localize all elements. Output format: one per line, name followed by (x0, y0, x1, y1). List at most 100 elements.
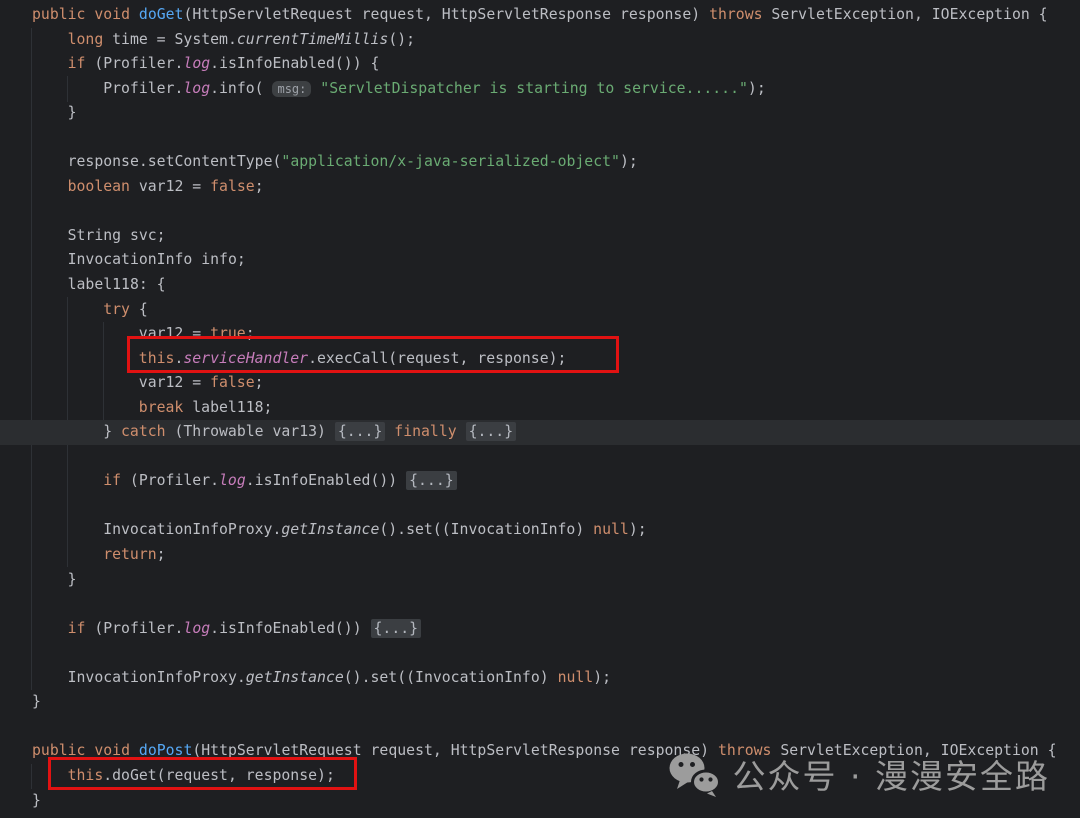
code-line[interactable] (0, 494, 1080, 519)
code-token: var12 = (139, 325, 210, 342)
code-line[interactable]: try { (0, 298, 1080, 323)
code-token: this (139, 350, 175, 367)
code-token: break (139, 399, 184, 416)
code-token: ); (593, 669, 611, 686)
code-token: "ServletDispatcher is starting to servic… (320, 80, 748, 97)
code-token: { (130, 301, 148, 318)
folded-code-chip[interactable]: {...} (371, 619, 422, 638)
code-token: .execCall(request, response); (308, 350, 566, 367)
code-token: } (68, 571, 77, 588)
code-line[interactable]: this.serviceHandler.execCall(request, re… (0, 347, 1080, 372)
code-line[interactable]: InvocationInfoProxy.getInstance().set((I… (0, 518, 1080, 543)
folded-code-chip[interactable]: {...} (466, 422, 517, 441)
code-line[interactable]: break label118; (0, 396, 1080, 421)
code-line[interactable]: var12 = false; (0, 371, 1080, 396)
code-token: try (103, 301, 130, 318)
code-line[interactable]: var12 = true; (0, 322, 1080, 347)
folded-code-chip[interactable]: {...} (335, 422, 386, 441)
code-token: ServletException, IOException { (763, 6, 1048, 23)
code-token: finally (394, 423, 456, 440)
code-line[interactable]: } (0, 568, 1080, 593)
code-token: public void (32, 742, 139, 759)
code-token: .isInfoEnabled()) (246, 472, 406, 489)
code-line[interactable]: if (Profiler.log.isInfoEnabled()) {...} (0, 617, 1080, 642)
code-token: Profiler. (103, 80, 183, 97)
code-editor[interactable]: public void doGet(HttpServletRequest req… (0, 0, 1080, 818)
code-token: false (210, 178, 255, 195)
code-token: (); (388, 31, 415, 48)
code-line[interactable]: long time = System.currentTimeMillis(); (0, 28, 1080, 53)
code-token: getInstance (246, 669, 344, 686)
code-token: "application/x-java-serialized-object" (281, 153, 620, 170)
code-token: String svc; (68, 227, 166, 244)
folded-code-chip[interactable]: {...} (406, 471, 457, 490)
code-line[interactable] (0, 592, 1080, 617)
code-token: public void (32, 6, 139, 23)
code-token: (Profiler. (85, 620, 183, 637)
code-token: time = System. (103, 31, 237, 48)
wechat-icon (668, 751, 720, 797)
code-token (385, 423, 394, 440)
code-token: false (210, 374, 255, 391)
code-token: ; (246, 325, 255, 342)
code-token: InvocationInfo info; (68, 251, 246, 268)
code-line[interactable] (0, 199, 1080, 224)
code-token: .isInfoEnabled()) (210, 620, 370, 637)
code-line[interactable] (0, 126, 1080, 151)
code-line[interactable]: label118: { (0, 273, 1080, 298)
code-token: ); (620, 153, 638, 170)
code-line[interactable]: } (0, 690, 1080, 715)
code-token: log (183, 55, 210, 72)
code-token: } (103, 423, 121, 440)
code-token: .doGet(request, response); (103, 767, 335, 784)
code-line[interactable]: } catch (Throwable var13) {...} finally … (0, 420, 1080, 445)
code-line[interactable]: boolean var12 = false; (0, 175, 1080, 200)
code-token: (Profiler. (121, 472, 219, 489)
code-line[interactable]: InvocationInfoProxy.getInstance().set((I… (0, 666, 1080, 691)
code-token: InvocationInfoProxy. (68, 669, 246, 686)
code-line[interactable]: if (Profiler.log.isInfoEnabled()) { (0, 52, 1080, 77)
watermark: 公众号 · 漫漫安全路 (668, 750, 1050, 798)
code-token: ; (157, 546, 166, 563)
code-token: .isInfoEnabled()) { (210, 55, 379, 72)
code-line[interactable]: String svc; (0, 224, 1080, 249)
code-token: boolean (68, 178, 130, 195)
parameter-name-hint: msg: (272, 81, 311, 97)
code-token: log (183, 80, 210, 97)
code-token: ().set((InvocationInfo) (344, 669, 558, 686)
code-token: serviceHandler (183, 350, 308, 367)
code-token: if (103, 472, 121, 489)
code-token: } (32, 693, 41, 710)
code-token: InvocationInfoProxy. (103, 521, 281, 538)
code-line[interactable]: InvocationInfo info; (0, 248, 1080, 273)
code-token: true (210, 325, 246, 342)
code-token: null (593, 521, 629, 538)
code-line[interactable]: response.setContentType("application/x-j… (0, 150, 1080, 175)
code-line[interactable]: return; (0, 543, 1080, 568)
code-token: label118; (183, 399, 272, 416)
code-token (311, 80, 320, 97)
code-token: } (32, 792, 41, 809)
code-line[interactable] (0, 641, 1080, 666)
code-line[interactable]: } (0, 101, 1080, 126)
code-line[interactable]: Profiler.log.info( msg: "ServletDispatch… (0, 77, 1080, 102)
code-line[interactable] (0, 445, 1080, 470)
code-token: null (558, 669, 594, 686)
code-token: log (183, 620, 210, 637)
code-token: log (219, 472, 246, 489)
code-token: (HttpServletRequest request, HttpServlet… (183, 6, 709, 23)
code-token: ; (255, 374, 264, 391)
code-line[interactable]: public void doGet(HttpServletRequest req… (0, 3, 1080, 28)
code-token: throws (709, 6, 762, 23)
code-token: (Throwable var13) (166, 423, 335, 440)
code-token: getInstance (281, 521, 379, 538)
code-token: ().set((InvocationInfo) (379, 521, 593, 538)
code-line[interactable] (0, 715, 1080, 740)
code-token: if (68, 620, 86, 637)
code-token: return (103, 546, 156, 563)
code-token: ); (629, 521, 647, 538)
code-token: long (68, 31, 104, 48)
code-token: label118: { (68, 276, 166, 293)
code-token: ); (748, 80, 766, 97)
code-line[interactable]: if (Profiler.log.isInfoEnabled()) {...} (0, 469, 1080, 494)
